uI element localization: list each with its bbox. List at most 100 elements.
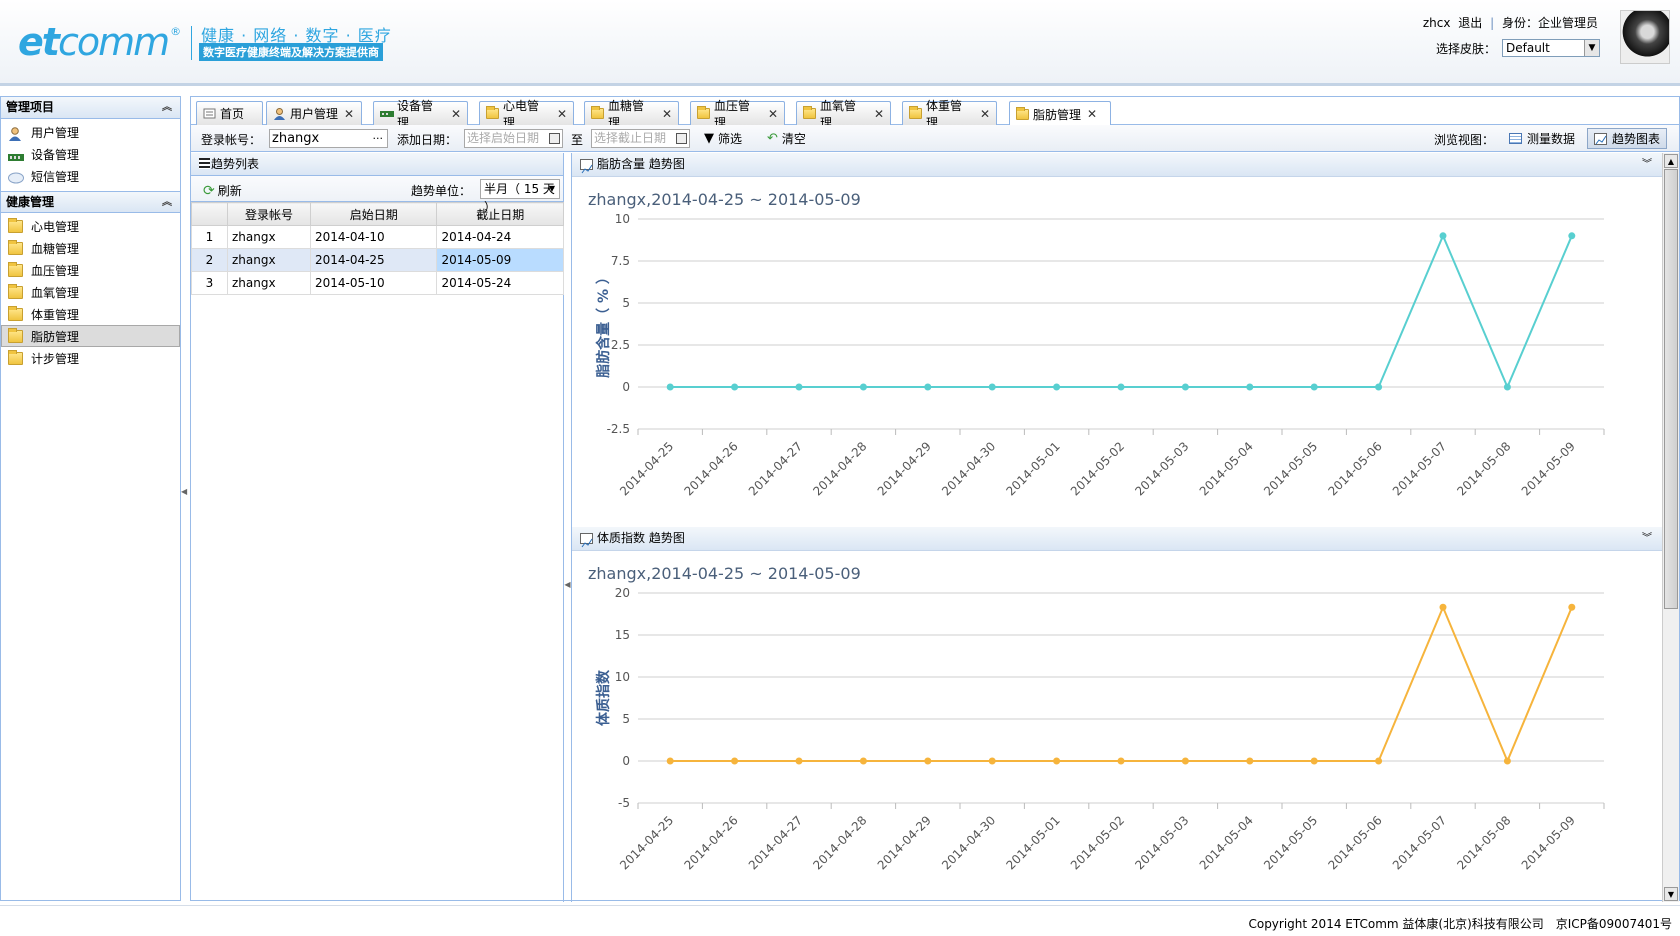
bmi-chart-header: 体质指数 趋势图 ︾: [572, 527, 1662, 551]
date-label: 添加日期：: [397, 133, 458, 147]
charts-scrollbar[interactable]: ▲ ▼: [1662, 153, 1679, 902]
refresh-button[interactable]: ⟳ 刷新: [203, 182, 242, 199]
account-input[interactable]: zhangx ···: [269, 129, 388, 148]
sidebar-item-blood-oxygen[interactable]: 血氧管理: [1, 281, 180, 303]
sidebar-item-glucose[interactable]: 血糖管理: [1, 237, 180, 259]
row-number: 3: [191, 271, 228, 295]
folder-icon: [909, 106, 922, 119]
data-point: [731, 383, 739, 391]
cell-account: zhangx: [227, 225, 311, 249]
data-point: [988, 383, 996, 391]
tab-weight[interactable]: 体重管理 ✕: [902, 99, 997, 130]
sidebar-item-users[interactable]: 用户管理: [1, 121, 180, 143]
sidebar-collapse-handle[interactable]: ◀: [181, 480, 187, 504]
tagline-sub: 数字医疗健康终端及解决方案提供商: [199, 43, 383, 61]
trend-unit-select[interactable]: 半月（ 15 天 ） ▼: [480, 179, 560, 214]
cell-start-date: 2014-04-25: [309, 248, 438, 272]
scroll-thumb[interactable]: [1664, 169, 1678, 609]
tab-devices[interactable]: 设备管理 ✕: [373, 99, 468, 130]
tab-users[interactable]: 用户管理 ✕: [266, 101, 362, 125]
tab-ecg[interactable]: 心电管理 ✕: [479, 99, 574, 130]
list-icon: [199, 158, 210, 169]
collapse-icon[interactable]: ︽: [162, 97, 172, 118]
collapse-icon[interactable]: ︾: [1642, 153, 1652, 176]
sidebar-item-label: 计步管理: [31, 352, 80, 366]
folder-icon: [486, 106, 499, 119]
view-data-button[interactable]: 测量数据: [1502, 128, 1582, 149]
start-date-input[interactable]: 选择启始日期: [464, 129, 563, 148]
collapse-icon[interactable]: ︾: [1642, 527, 1652, 550]
skin-select[interactable]: Default ▼: [1502, 39, 1600, 57]
close-icon[interactable]: ✕: [344, 107, 354, 121]
charts-area: 脂肪含量 趋势图 ︾ zhangx,2014-04-25 ~ 2014-05-0…: [571, 153, 1679, 902]
sidebar-item-fat[interactable]: 脂肪管理: [1, 325, 180, 347]
trend-list-panel: 趋势列表 ⟳ 刷新 趋势单位： 半月（ 15 天 ） ▼ 登录帐号 启始日期 截…: [191, 153, 564, 902]
calendar-icon[interactable]: [676, 133, 687, 144]
data-point: [1246, 757, 1254, 765]
sidebar-item-messages[interactable]: 短信管理: [1, 165, 180, 187]
footer: Copyright 2014 ETComm 益体康(北京)科技有限公司 京ICP…: [0, 905, 1680, 936]
close-icon[interactable]: ✕: [1087, 107, 1097, 121]
close-icon[interactable]: ✕: [451, 107, 461, 121]
clear-button[interactable]: ↶ 清空: [767, 130, 806, 147]
sidebar-item-weight[interactable]: 体重管理: [1, 303, 180, 325]
table-header-row: 登录帐号 启始日期 截止日期: [191, 202, 564, 226]
folder-icon: [8, 306, 23, 321]
copyright-text: Copyright 2014 ETComm 益体康(北京)科技有限公司 京ICP…: [1248, 917, 1672, 931]
folder-icon: [8, 262, 23, 277]
collapse-icon[interactable]: ︽: [162, 192, 172, 213]
data-point: [1246, 383, 1254, 391]
x-tick-label: 2014-05-07: [1390, 813, 1449, 872]
x-tick-label: 2014-05-03: [1132, 439, 1191, 498]
y-tick-label: 2.5: [611, 338, 630, 352]
logout-link[interactable]: 退出: [1458, 16, 1482, 30]
data-point: [1503, 383, 1511, 391]
more-icon[interactable]: ···: [373, 130, 384, 147]
filter-button[interactable]: ▼ 筛选: [704, 130, 742, 147]
tab-blood-oxygen[interactable]: 血氧管理 ✕: [796, 99, 891, 130]
device-icon: [380, 108, 394, 119]
data-point: [795, 757, 803, 765]
close-icon[interactable]: ✕: [662, 107, 672, 121]
table-row[interactable]: 2 zhangx 2014-04-25 2014-05-09: [191, 248, 564, 272]
row-number: 1: [191, 225, 228, 249]
sidebar-item-devices[interactable]: 设备管理: [1, 143, 180, 165]
close-icon[interactable]: ✕: [874, 107, 884, 121]
scroll-down-icon[interactable]: ▼: [1664, 887, 1678, 901]
y-tick-label: 7.5: [611, 254, 630, 268]
calendar-icon[interactable]: [549, 133, 560, 144]
scroll-up-icon[interactable]: ▲: [1664, 154, 1678, 168]
device-icon: [8, 148, 24, 161]
view-data-label: 测量数据: [1527, 132, 1576, 146]
table-row[interactable]: 1 zhangx 2014-04-10 2014-04-24: [191, 225, 564, 249]
table-row[interactable]: 3 zhangx 2014-05-10 2014-05-24: [191, 271, 564, 295]
tab-fat[interactable]: 脂肪管理 ✕: [1009, 101, 1111, 126]
tab-glucose[interactable]: 血糖管理 ✕: [584, 99, 679, 130]
fat-chart-panel-title: 脂肪含量 趋势图: [597, 157, 685, 171]
to-label: 至: [571, 133, 584, 147]
column-header[interactable]: 启始日期: [309, 202, 438, 226]
close-icon[interactable]: ✕: [557, 107, 567, 121]
x-tick-label: 2014-05-03: [1132, 813, 1191, 872]
x-tick-label: 2014-04-29: [875, 813, 934, 872]
tab-home[interactable]: 首页: [196, 101, 263, 125]
sidebar-section-health[interactable]: 健康管理 ︽: [1, 191, 180, 213]
view-chart-button[interactable]: 趋势图表: [1587, 128, 1668, 149]
cell-start-date: 2014-04-10: [309, 225, 438, 249]
close-icon[interactable]: ✕: [980, 107, 990, 121]
section-title: 健康管理: [6, 195, 55, 209]
sidebar-item-pedometer[interactable]: 计步管理: [1, 347, 180, 369]
y-axis-label: 脂肪含量（ % ）: [595, 270, 612, 379]
close-icon[interactable]: ✕: [768, 107, 778, 121]
list-collapse-handle[interactable]: ◀: [564, 573, 571, 597]
sidebar-section-management[interactable]: 管理项目 ︽: [1, 97, 180, 119]
tab-blood-pressure[interactable]: 血压管理 ✕: [690, 99, 785, 130]
column-header[interactable]: 截止日期: [436, 202, 564, 226]
app-header: et comm ® 健康 · 网络 · 数字 · 医疗 数字医疗健康终端及解决方案提…: [0, 0, 1680, 86]
column-header[interactable]: 登录帐号: [227, 202, 311, 226]
sidebar-item-label: 设备管理: [31, 148, 80, 162]
end-date-input[interactable]: 选择截止日期: [591, 129, 690, 148]
message-icon: [8, 170, 24, 184]
sidebar-item-blood-pressure[interactable]: 血压管理: [1, 259, 180, 281]
sidebar-item-ecg[interactable]: 心电管理: [1, 215, 180, 237]
